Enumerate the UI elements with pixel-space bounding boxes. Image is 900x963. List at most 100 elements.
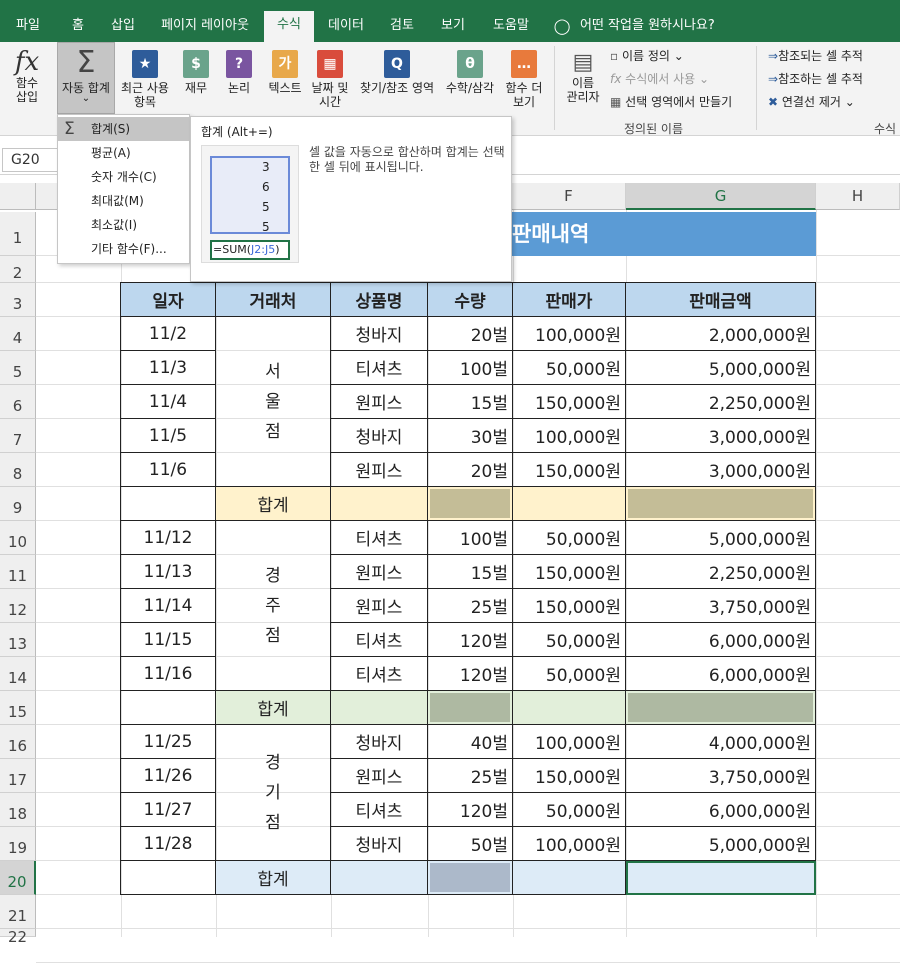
subtotal-qty-cell[interactable] <box>428 861 513 895</box>
row-header[interactable]: 6 <box>0 385 36 419</box>
row-header[interactable]: 3 <box>0 283 36 317</box>
row-header[interactable]: 12 <box>0 589 36 623</box>
amount-cell[interactable]: 5,000,000원 <box>626 827 816 861</box>
subtotal-qty-cell[interactable] <box>428 691 513 725</box>
price-cell[interactable]: 150,000원 <box>513 453 626 487</box>
amount-cell[interactable]: 5,000,000원 <box>626 521 816 555</box>
amount-cell[interactable]: 6,000,000원 <box>626 793 816 827</box>
define-name-button[interactable]: ▫ 이름 정의 ⌄ <box>610 48 684 64</box>
row-header[interactable]: 21 <box>0 895 36 929</box>
amount-cell[interactable]: 6,000,000원 <box>626 623 816 657</box>
trace-dependents-button[interactable]: ⇒참조하는 셀 추적 <box>768 71 863 87</box>
price-cell[interactable]: 150,000원 <box>513 759 626 793</box>
product-cell[interactable]: 청바지 <box>331 419 428 453</box>
price-cell[interactable]: 150,000원 <box>513 589 626 623</box>
amount-cell[interactable]: 2,250,000원 <box>626 555 816 589</box>
menu-item-count[interactable]: 숫자 개수(C) <box>58 165 189 189</box>
tab-review[interactable]: 검토 <box>378 12 426 42</box>
product-cell[interactable]: 티셔츠 <box>331 623 428 657</box>
price-cell[interactable]: 150,000원 <box>513 385 626 419</box>
row-header[interactable]: 22 <box>0 929 36 945</box>
price-cell[interactable]: 150,000원 <box>513 555 626 589</box>
price-cell[interactable]: 100,000원 <box>513 419 626 453</box>
price-cell[interactable]: 50,000원 <box>513 521 626 555</box>
price-cell[interactable]: 50,000원 <box>513 351 626 385</box>
qty-cell[interactable]: 120벌 <box>428 623 513 657</box>
row-header[interactable]: 7 <box>0 419 36 453</box>
amount-cell[interactable]: 4,000,000원 <box>626 725 816 759</box>
tell-me-box[interactable]: 어떤 작업을 원하시나요? <box>580 12 730 42</box>
remove-arrows-button[interactable]: ✖ 연결선 제거 ⌄ <box>768 94 855 110</box>
qty-cell[interactable]: 20벌 <box>428 453 513 487</box>
column-header-g[interactable]: G <box>626 183 816 210</box>
subtotal-qty-cell[interactable] <box>428 487 513 521</box>
region-cell[interactable]: 서울점 <box>216 317 331 487</box>
tab-file[interactable]: 파일 <box>0 12 56 42</box>
qty-cell[interactable]: 15벌 <box>428 555 513 589</box>
price-cell[interactable]: 50,000원 <box>513 657 626 691</box>
more-functions-button[interactable]: … 함수 더 보기 <box>502 42 546 122</box>
subtotal-price-cell[interactable] <box>513 861 626 895</box>
subtotal-price-cell[interactable] <box>513 691 626 725</box>
row-header[interactable]: 4 <box>0 317 36 351</box>
product-cell[interactable]: 청바지 <box>331 827 428 861</box>
date-cell[interactable]: 11/25 <box>121 725 216 759</box>
date-cell[interactable]: 11/15 <box>121 623 216 657</box>
active-cell-g20[interactable] <box>626 861 816 895</box>
row-header[interactable]: 2 <box>0 256 36 283</box>
date-cell[interactable]: 11/6 <box>121 453 216 487</box>
product-cell[interactable]: 원피스 <box>331 453 428 487</box>
amount-cell[interactable]: 6,000,000원 <box>626 657 816 691</box>
product-cell[interactable]: 티셔츠 <box>331 657 428 691</box>
date-cell[interactable]: 11/14 <box>121 589 216 623</box>
region-cell[interactable]: 경기점 <box>216 725 331 861</box>
math-trig-button[interactable]: θ 수학/삼각 <box>442 42 498 122</box>
subtotal-amount-cell[interactable] <box>626 487 816 521</box>
qty-cell[interactable]: 25벌 <box>428 759 513 793</box>
header-qty[interactable]: 수량 <box>428 283 513 317</box>
date-cell[interactable]: 11/4 <box>121 385 216 419</box>
date-cell[interactable]: 11/27 <box>121 793 216 827</box>
date-cell[interactable]: 11/5 <box>121 419 216 453</box>
date-cell[interactable]: 11/13 <box>121 555 216 589</box>
qty-cell[interactable]: 15벌 <box>428 385 513 419</box>
amount-cell[interactable]: 2,250,000원 <box>626 385 816 419</box>
menu-item-sum[interactable]: Σ 합계(S) <box>58 117 189 141</box>
row-header[interactable]: 19 <box>0 827 36 861</box>
column-header-h[interactable]: H <box>816 183 900 210</box>
row-header[interactable]: 13 <box>0 623 36 657</box>
amount-cell[interactable]: 3,750,000원 <box>626 759 816 793</box>
subtotal-empty-cell[interactable] <box>121 691 216 725</box>
date-cell[interactable]: 11/28 <box>121 827 216 861</box>
product-cell[interactable]: 청바지 <box>331 317 428 351</box>
subtotal-label[interactable]: 합계 <box>216 691 331 725</box>
price-cell[interactable]: 100,000원 <box>513 827 626 861</box>
lookup-reference-button[interactable]: Q 찾기/참조 영역 <box>354 42 440 122</box>
price-cell[interactable]: 100,000원 <box>513 725 626 759</box>
select-all-corner[interactable] <box>0 183 36 210</box>
amount-cell[interactable]: 3,000,000원 <box>626 419 816 453</box>
product-cell[interactable]: 티셔츠 <box>331 793 428 827</box>
date-cell[interactable]: 11/12 <box>121 521 216 555</box>
amount-cell[interactable]: 3,000,000원 <box>626 453 816 487</box>
row-header[interactable]: 20 <box>0 861 36 895</box>
qty-cell[interactable]: 100벌 <box>428 351 513 385</box>
amount-cell[interactable]: 3,750,000원 <box>626 589 816 623</box>
qty-cell[interactable]: 25벌 <box>428 589 513 623</box>
qty-cell[interactable]: 50벌 <box>428 827 513 861</box>
header-product[interactable]: 상품명 <box>331 283 428 317</box>
row-header[interactable]: 10 <box>0 521 36 555</box>
amount-cell[interactable]: 5,000,000원 <box>626 351 816 385</box>
name-manager-button[interactable]: ▤ 이름 관리자 <box>560 42 606 122</box>
row-header[interactable]: 9 <box>0 487 36 521</box>
row-header[interactable]: 14 <box>0 657 36 691</box>
qty-cell[interactable]: 20벌 <box>428 317 513 351</box>
region-cell[interactable]: 경주점 <box>216 521 331 691</box>
menu-item-average[interactable]: 평균(A) <box>58 141 189 165</box>
subtotal-product-cell[interactable] <box>331 487 428 521</box>
row-header[interactable]: 5 <box>0 351 36 385</box>
subtotal-price-cell[interactable] <box>513 487 626 521</box>
subtotal-amount-cell[interactable] <box>626 691 816 725</box>
product-cell[interactable]: 원피스 <box>331 589 428 623</box>
tab-data[interactable]: 데이터 <box>316 12 376 42</box>
